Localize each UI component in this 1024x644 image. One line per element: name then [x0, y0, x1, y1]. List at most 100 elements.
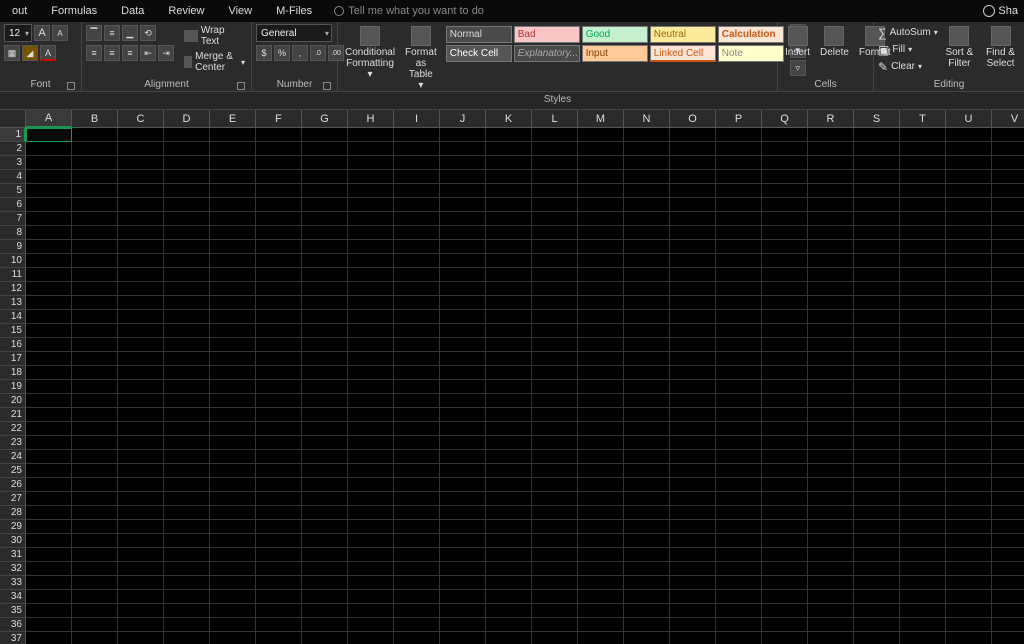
cell-I11[interactable]	[394, 268, 440, 282]
cell-H15[interactable]	[348, 324, 394, 338]
cell-Q7[interactable]	[762, 212, 808, 226]
cell-M24[interactable]	[578, 450, 624, 464]
wrap-text-button[interactable]: Wrap Text	[182, 24, 247, 48]
cell-N22[interactable]	[624, 422, 670, 436]
cell-S18[interactable]	[854, 366, 900, 380]
col-header-G[interactable]: G	[302, 110, 348, 128]
cell-E16[interactable]	[210, 338, 256, 352]
cell-A8[interactable]	[26, 226, 72, 240]
cell-I3[interactable]	[394, 156, 440, 170]
cell-U4[interactable]	[946, 170, 992, 184]
cell-P3[interactable]	[716, 156, 762, 170]
row-header-19[interactable]: 19	[0, 380, 26, 394]
cell-L34[interactable]	[532, 590, 578, 604]
cell-E17[interactable]	[210, 352, 256, 366]
cell-J4[interactable]	[440, 170, 486, 184]
cell-U8[interactable]	[946, 226, 992, 240]
cell-R14[interactable]	[808, 310, 854, 324]
cell-K23[interactable]	[486, 436, 532, 450]
cell-A30[interactable]	[26, 534, 72, 548]
cell-R17[interactable]	[808, 352, 854, 366]
cell-M14[interactable]	[578, 310, 624, 324]
cell-G15[interactable]	[302, 324, 348, 338]
cell-F12[interactable]	[256, 282, 302, 296]
cell-R35[interactable]	[808, 604, 854, 618]
cell-B27[interactable]	[72, 492, 118, 506]
cell-E37[interactable]	[210, 632, 256, 644]
cell-E27[interactable]	[210, 492, 256, 506]
cell-R2[interactable]	[808, 142, 854, 156]
cell-D28[interactable]	[164, 506, 210, 520]
cell-S23[interactable]	[854, 436, 900, 450]
cell-C26[interactable]	[118, 478, 164, 492]
col-header-L[interactable]: L	[532, 110, 578, 128]
cell-C28[interactable]	[118, 506, 164, 520]
cell-N17[interactable]	[624, 352, 670, 366]
cell-D31[interactable]	[164, 548, 210, 562]
cell-V9[interactable]	[992, 240, 1024, 254]
cell-P23[interactable]	[716, 436, 762, 450]
cell-L5[interactable]	[532, 184, 578, 198]
cell-N27[interactable]	[624, 492, 670, 506]
cell-H9[interactable]	[348, 240, 394, 254]
cell-C34[interactable]	[118, 590, 164, 604]
cell-S37[interactable]	[854, 632, 900, 644]
cell-G5[interactable]	[302, 184, 348, 198]
cell-D10[interactable]	[164, 254, 210, 268]
cell-S33[interactable]	[854, 576, 900, 590]
cell-O24[interactable]	[670, 450, 716, 464]
currency-button[interactable]: $	[256, 45, 272, 61]
cell-U25[interactable]	[946, 464, 992, 478]
cell-O34[interactable]	[670, 590, 716, 604]
cell-B20[interactable]	[72, 394, 118, 408]
row-header-27[interactable]: 27	[0, 492, 26, 506]
cell-J8[interactable]	[440, 226, 486, 240]
cell-T18[interactable]	[900, 366, 946, 380]
cell-S4[interactable]	[854, 170, 900, 184]
cell-K32[interactable]	[486, 562, 532, 576]
cell-Q16[interactable]	[762, 338, 808, 352]
cell-C8[interactable]	[118, 226, 164, 240]
cell-R37[interactable]	[808, 632, 854, 644]
cell-D18[interactable]	[164, 366, 210, 380]
cell-J14[interactable]	[440, 310, 486, 324]
tab-layout-partial[interactable]: out	[0, 5, 39, 17]
cell-F19[interactable]	[256, 380, 302, 394]
cell-Q13[interactable]	[762, 296, 808, 310]
cell-O8[interactable]	[670, 226, 716, 240]
cell-P5[interactable]	[716, 184, 762, 198]
cell-D8[interactable]	[164, 226, 210, 240]
cell-E33[interactable]	[210, 576, 256, 590]
cell-N18[interactable]	[624, 366, 670, 380]
cell-F18[interactable]	[256, 366, 302, 380]
cell-D4[interactable]	[164, 170, 210, 184]
cell-Q35[interactable]	[762, 604, 808, 618]
cell-I31[interactable]	[394, 548, 440, 562]
style-normal[interactable]: Normal	[446, 26, 512, 43]
cell-M11[interactable]	[578, 268, 624, 282]
cell-M2[interactable]	[578, 142, 624, 156]
cell-O31[interactable]	[670, 548, 716, 562]
cell-H6[interactable]	[348, 198, 394, 212]
cell-S11[interactable]	[854, 268, 900, 282]
cell-P15[interactable]	[716, 324, 762, 338]
cell-E32[interactable]	[210, 562, 256, 576]
cell-S26[interactable]	[854, 478, 900, 492]
cell-M25[interactable]	[578, 464, 624, 478]
cell-F29[interactable]	[256, 520, 302, 534]
cell-U9[interactable]	[946, 240, 992, 254]
cell-G29[interactable]	[302, 520, 348, 534]
cell-C23[interactable]	[118, 436, 164, 450]
cell-M5[interactable]	[578, 184, 624, 198]
cell-N19[interactable]	[624, 380, 670, 394]
row-header-14[interactable]: 14	[0, 310, 26, 324]
cell-A22[interactable]	[26, 422, 72, 436]
cell-E2[interactable]	[210, 142, 256, 156]
cell-B26[interactable]	[72, 478, 118, 492]
cell-N23[interactable]	[624, 436, 670, 450]
cell-L19[interactable]	[532, 380, 578, 394]
cell-S12[interactable]	[854, 282, 900, 296]
row-header-17[interactable]: 17	[0, 352, 26, 366]
cell-A26[interactable]	[26, 478, 72, 492]
cell-F11[interactable]	[256, 268, 302, 282]
